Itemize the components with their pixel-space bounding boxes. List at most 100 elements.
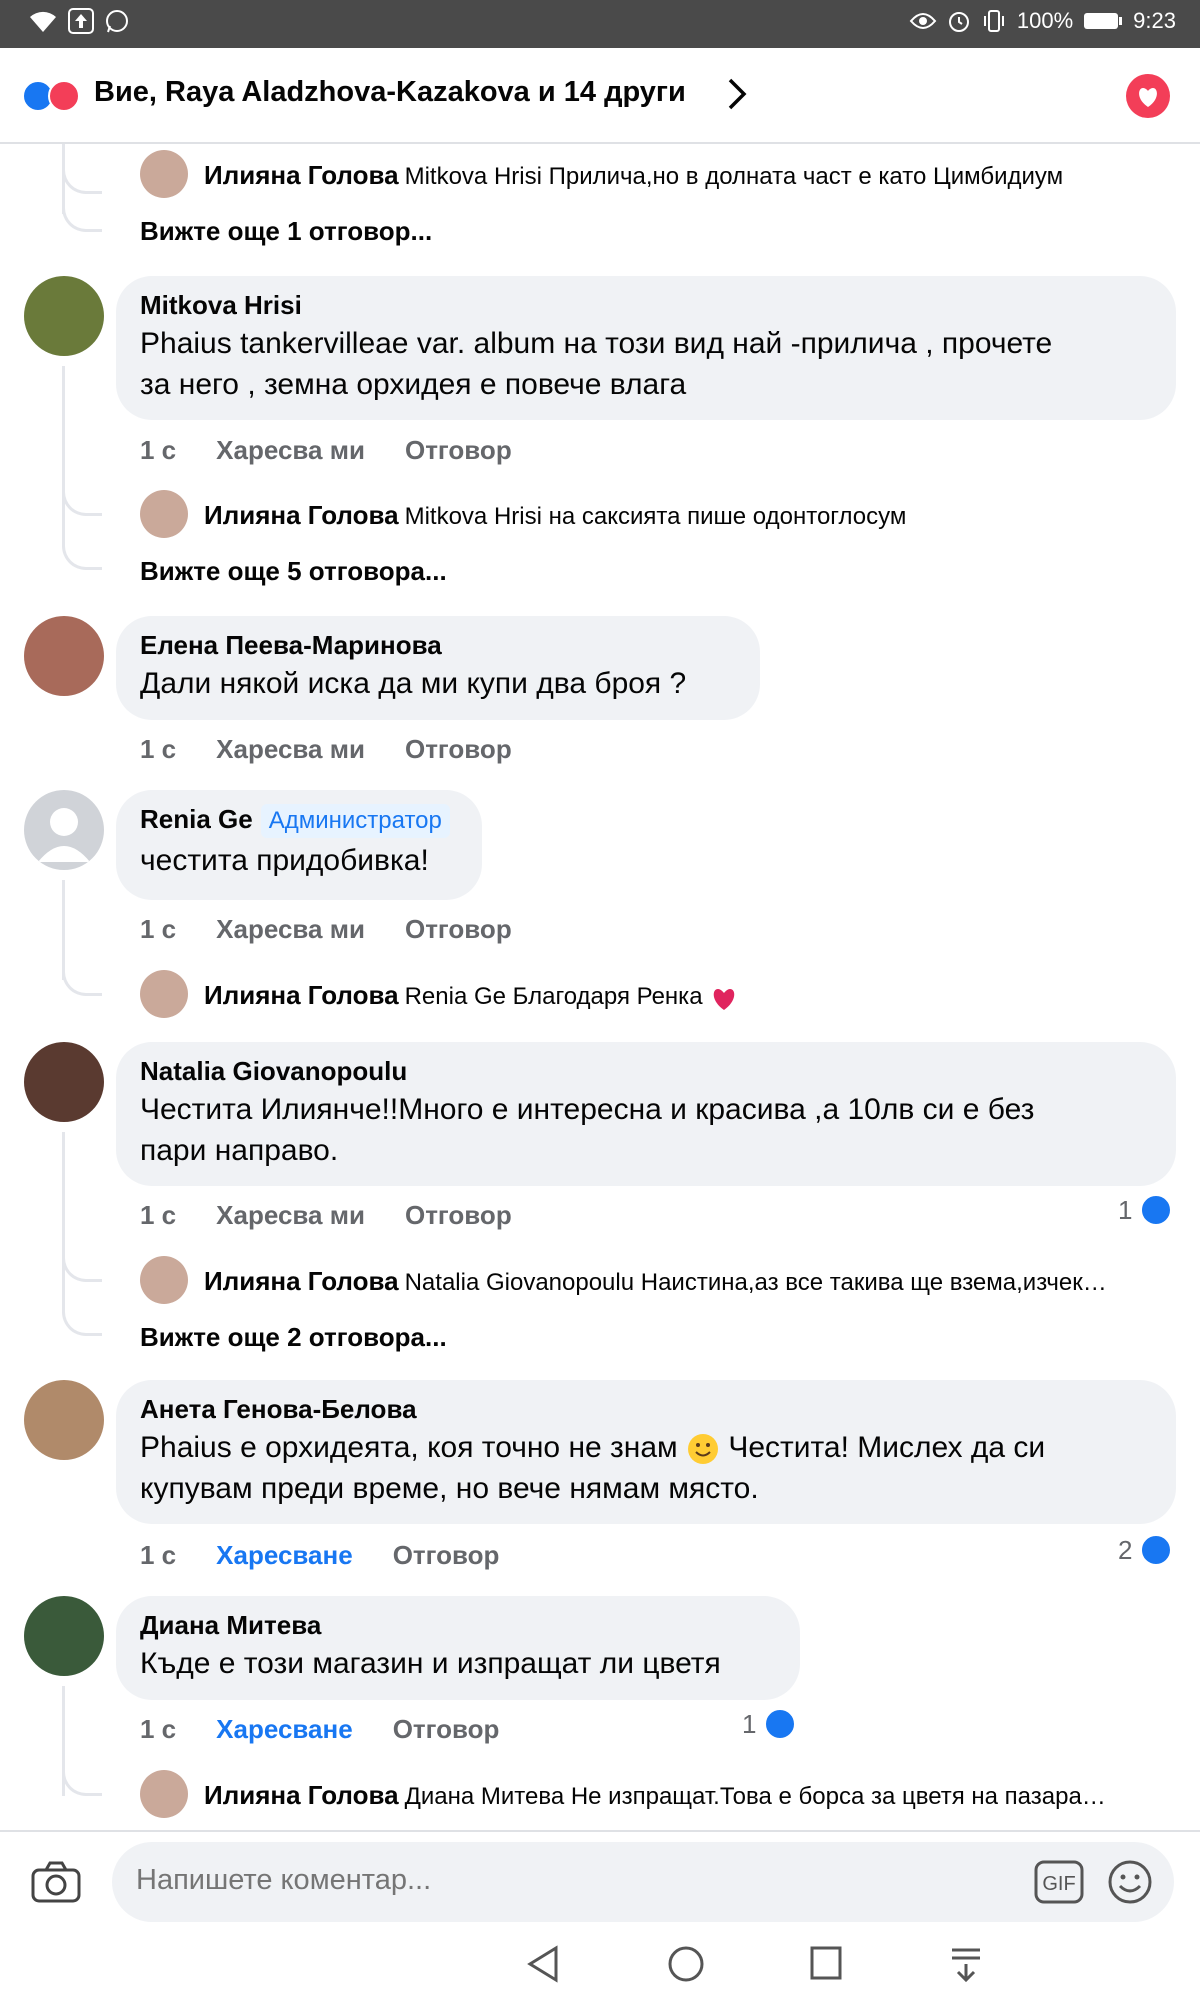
comment-author-name[interactable]: Renia Ge [140,804,253,834]
reply-button[interactable]: Отговор [393,1540,500,1571]
reply-button[interactable]: Отговор [405,734,512,765]
reaction-number: 1 [1118,1194,1133,1225]
comment-bubble[interactable]: Renia Ge Администратор честита придобивка… [116,790,482,900]
smile-emoji-icon [688,1434,718,1465]
reaction-summary [22,78,86,114]
comment-bubble[interactable]: Елена Пеева-Маринова Дали някой иска да … [116,616,760,720]
comment-author[interactable]: Елена Пеева-Маринова [140,630,736,661]
avatar[interactable] [140,970,188,1018]
comment-box[interactable]: GIF [112,1842,1174,1922]
like-button[interactable]: Харесва ми [216,1200,365,1231]
avatar[interactable] [24,790,104,870]
comment-time: 1 с [140,1540,177,1570]
gif-icon[interactable]: GIF [1034,1860,1084,1904]
vibrate-icon [983,10,1004,32]
chevron-right-icon[interactable] [726,74,750,114]
thread-branch [62,950,102,996]
reply-text: Natalia Giovanopoulu Наистина,аз все так… [404,1269,1107,1296]
reactions-summary-text[interactable]: Вие, Raya Aladzhova-Kazakova и 14 други [94,76,686,109]
comment-actions: 1 с Харесва ми Отговор [140,914,512,945]
comment-time: 1 с [140,734,177,764]
reply-author[interactable]: Илияна Голова [204,980,399,1010]
camera-icon[interactable] [30,1860,82,1904]
reply-preview[interactable]: Илияна Голова Диана Митева Не изпращат.То… [204,1780,1170,1811]
love-react-button[interactable] [1126,74,1170,118]
emoji-icon[interactable] [1106,1858,1154,1906]
home-nav-icon[interactable] [666,1944,706,1984]
avatar[interactable] [140,1256,188,1304]
reaction-count[interactable]: 2 [1118,1534,1173,1566]
reply-button[interactable]: Отговор [405,1200,512,1231]
like-button[interactable]: Харесване [216,1540,353,1571]
view-more-replies[interactable]: Вижте още 1 отговор... [140,216,432,247]
avatar[interactable] [24,276,104,356]
reply-button[interactable]: Отговор [393,1714,500,1745]
notification-drawer-icon[interactable] [946,1944,986,1984]
avatar[interactable] [140,1770,188,1818]
comment-time: 1 с [140,1714,177,1744]
thread-branch [62,506,102,570]
avatar[interactable] [24,1042,104,1122]
reply-preview[interactable]: Илияна Голова Mitkova Hrisi на саксията п… [204,500,1164,531]
comment-time: 1 с [140,914,177,944]
comment-text: честита придобивка! [140,844,429,877]
reply-author[interactable]: Илияна Голова [204,1780,399,1810]
comment-author[interactable]: Диана Митева [140,1610,776,1641]
avatar[interactable] [24,616,104,696]
comment-actions: 1 с Харесва ми Отговор [140,734,512,765]
like-button[interactable]: Харесване [216,1714,353,1745]
reaction-number: 1 [742,1708,757,1739]
reply-text: Mitkova Hrisi Прилича,но в долната част … [404,163,1064,190]
comment-text-part: Phaius е орхидеята, коя точно не знам [140,1431,678,1464]
like-button[interactable]: Харесва ми [216,435,365,466]
like-reaction-icon [1140,1194,1173,1226]
reply-text: Диана Митева Не изпращат.Това е борса за… [404,1783,1106,1810]
view-more-replies[interactable]: Вижте още 2 отговора... [140,1322,447,1353]
gif-label: GIF [1042,1873,1075,1895]
recents-nav-icon[interactable] [808,1944,844,1984]
reaction-count[interactable]: 1 [1118,1194,1173,1226]
comment-author[interactable]: Natalia Giovanopoulu [140,1056,1152,1087]
reply-preview[interactable]: Илияна Голова Renia Ge Благодаря Ренка [204,980,1164,1012]
like-button[interactable]: Харесва ми [216,734,365,765]
comment-author[interactable]: Renia Ge Администратор [140,804,458,838]
comment-actions: 1 с Харесва ми Отговор [140,435,512,466]
reaction-count[interactable]: 1 [742,1708,797,1740]
reply-author[interactable]: Илияна Голова [204,1266,399,1296]
back-nav-icon[interactable] [526,1944,560,1984]
reply-button[interactable]: Отговор [405,914,512,945]
upload-icon [68,8,94,34]
comment-text: пари направо. [140,1134,339,1167]
reply-preview[interactable]: Илияна Голова Natalia Giovanopoulu Наисти… [204,1266,1170,1297]
like-button[interactable]: Харесва ми [216,914,365,945]
comment-text: купувам преди време, но вече нямам място… [140,1472,759,1505]
status-bar: 100% 9:23 [0,0,1200,48]
comment-text: Къде е този магазин и изпращат ли цветя [140,1647,721,1680]
avatar[interactable] [24,1596,104,1676]
thread-branch [62,1750,102,1796]
avatar[interactable] [140,150,188,198]
comment-actions: 1 с Харесване Отговор [140,1540,499,1571]
comment-input[interactable] [136,1864,836,1897]
comment-author[interactable]: Анета Генова-Белова [140,1394,1152,1425]
comment-bubble[interactable]: Mitkova Hrisi Phaius tankervilleae var. … [116,276,1176,420]
alarm-icon [948,12,969,32]
comment-actions: 1 с Харесване Отговор [140,1714,499,1745]
reply-author[interactable]: Илияна Голова [204,500,399,530]
comment-time: 1 с [140,1200,177,1230]
comment-bubble[interactable]: Диана Митева Къде е този магазин и изпра… [116,1596,800,1700]
heart-icon [1139,88,1157,107]
reaction-number: 2 [1118,1534,1133,1565]
reactions-header[interactable]: Вие, Raya Aladzhova-Kazakova и 14 други [0,48,1200,144]
comment-author[interactable]: Mitkova Hrisi [140,290,1152,321]
avatar[interactable] [140,490,188,538]
love-reaction-icon [48,80,80,112]
reply-button[interactable]: Отговор [405,435,512,466]
reply-author[interactable]: Илияна Голова [204,160,399,190]
comment-text: Дали някой иска да ми купи два броя ? [140,667,687,700]
comment-bubble[interactable]: Natalia Giovanopoulu Честита Илиянче!!Мн… [116,1042,1176,1186]
comment-bubble[interactable]: Анета Генова-Белова Phaius е орхидеята, … [116,1380,1176,1524]
avatar[interactable] [24,1380,104,1460]
reply-preview[interactable]: Илияна Голова Mitkova Hrisi Прилича,но в … [204,160,1164,191]
view-more-replies[interactable]: Вижте още 5 отговора... [140,556,447,587]
